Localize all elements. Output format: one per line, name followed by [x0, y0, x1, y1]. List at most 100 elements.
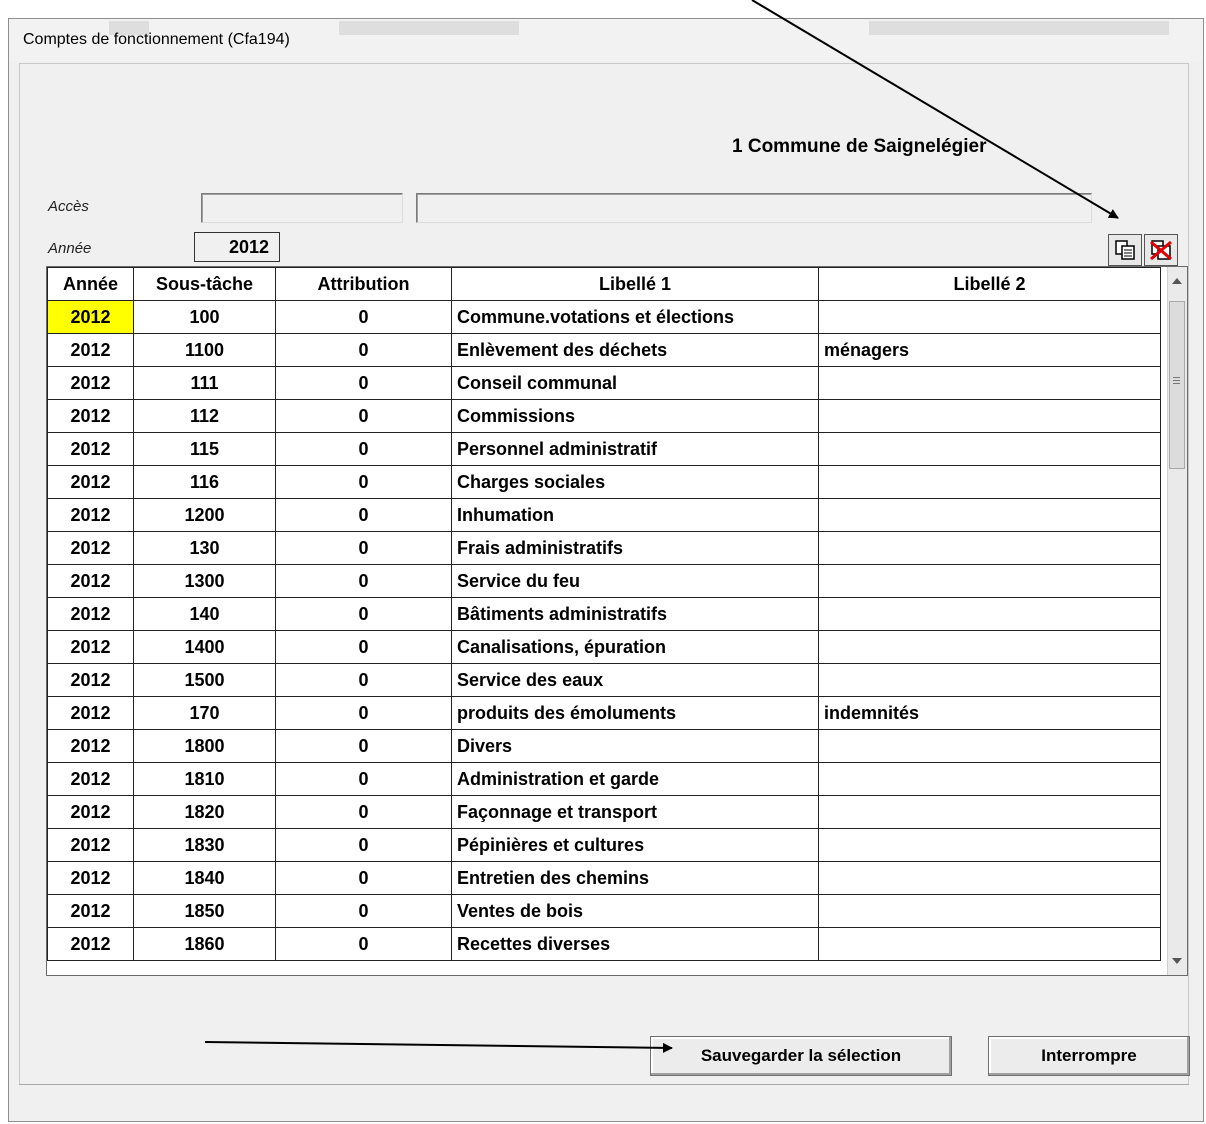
acces-text-input[interactable]: [416, 193, 1092, 223]
cell-libelle2[interactable]: [818, 399, 1161, 433]
cell-annee[interactable]: 2012: [47, 597, 134, 631]
cell-attribution[interactable]: 0: [275, 531, 452, 565]
scroll-up-icon[interactable]: [1172, 278, 1182, 284]
table-row[interactable]: 2012 1850 0 Ventes de bois: [47, 894, 1161, 928]
cell-attribution[interactable]: 0: [275, 597, 452, 631]
table-row[interactable]: 2012 1840 0 Entretien des chemins: [47, 861, 1161, 895]
table-row[interactable]: 2012 1830 0 Pépinières et cultures: [47, 828, 1161, 862]
cell-libelle1[interactable]: Bâtiments administratifs: [451, 597, 819, 631]
cell-sous-tache[interactable]: 1850: [133, 894, 276, 928]
table-row[interactable]: 2012 1100 0 Enlèvement des déchets ménagers: [47, 333, 1161, 367]
scroll-down-icon[interactable]: [1172, 958, 1182, 964]
cell-libelle2[interactable]: [818, 828, 1161, 862]
cell-libelle2[interactable]: [818, 498, 1161, 532]
cell-annee[interactable]: 2012: [47, 300, 134, 334]
annee-field[interactable]: 2012: [194, 232, 280, 262]
cell-libelle2[interactable]: [818, 795, 1161, 829]
cell-libelle1[interactable]: Enlèvement des déchets: [451, 333, 819, 367]
cell-attribution[interactable]: 0: [275, 300, 452, 334]
cell-annee[interactable]: 2012: [47, 696, 134, 730]
table-row[interactable]: 2012 1400 0 Canalisations, épuration: [47, 630, 1161, 664]
cell-libelle1[interactable]: Conseil communal: [451, 366, 819, 400]
table-row[interactable]: 2012 1810 0 Administration et garde: [47, 762, 1161, 796]
cancel-button[interactable]: Interrompre: [988, 1036, 1190, 1076]
cell-libelle2[interactable]: ménagers: [818, 333, 1161, 367]
cell-libelle1[interactable]: Ventes de bois: [451, 894, 819, 928]
cell-annee[interactable]: 2012: [47, 795, 134, 829]
cell-sous-tache[interactable]: 111: [133, 366, 276, 400]
table-row[interactable]: 2012 170 0 produits des émoluments indemnité…: [47, 696, 1161, 730]
column-header-libelle1[interactable]: Libellé 1: [451, 267, 819, 301]
cell-annee[interactable]: 2012: [47, 531, 134, 565]
cell-attribution[interactable]: 0: [275, 861, 452, 895]
cell-sous-tache[interactable]: 1810: [133, 762, 276, 796]
cell-sous-tache[interactable]: 1400: [133, 630, 276, 664]
cell-sous-tache[interactable]: 100: [133, 300, 276, 334]
cell-libelle2[interactable]: [818, 894, 1161, 928]
table-row[interactable]: 2012 140 0 Bâtiments administratifs: [47, 597, 1161, 631]
cell-sous-tache[interactable]: 1830: [133, 828, 276, 862]
cell-annee[interactable]: 2012: [47, 333, 134, 367]
cell-libelle2[interactable]: [818, 861, 1161, 895]
cell-sous-tache[interactable]: 1800: [133, 729, 276, 763]
cell-attribution[interactable]: 0: [275, 630, 452, 664]
cell-libelle2[interactable]: [818, 531, 1161, 565]
cell-libelle2[interactable]: [818, 927, 1161, 961]
cell-attribution[interactable]: 0: [275, 663, 452, 697]
cell-attribution[interactable]: 0: [275, 795, 452, 829]
cell-annee[interactable]: 2012: [47, 465, 134, 499]
cell-sous-tache[interactable]: 116: [133, 465, 276, 499]
cell-libelle2[interactable]: [818, 366, 1161, 400]
cell-sous-tache[interactable]: 115: [133, 432, 276, 466]
cell-attribution[interactable]: 0: [275, 564, 452, 598]
cell-libelle1[interactable]: Commune.votations et élections: [451, 300, 819, 334]
cell-libelle2[interactable]: [818, 597, 1161, 631]
cell-libelle1[interactable]: Recettes diverses: [451, 927, 819, 961]
cell-annee[interactable]: 2012: [47, 894, 134, 928]
cell-libelle1[interactable]: Façonnage et transport: [451, 795, 819, 829]
cell-annee[interactable]: 2012: [47, 861, 134, 895]
save-selection-button[interactable]: Sauvegarder la sélection: [650, 1036, 952, 1076]
cell-libelle1[interactable]: Pépinières et cultures: [451, 828, 819, 862]
cell-attribution[interactable]: 0: [275, 828, 452, 862]
cell-libelle1[interactable]: Administration et garde: [451, 762, 819, 796]
cell-attribution[interactable]: 0: [275, 498, 452, 532]
cell-libelle2[interactable]: [818, 729, 1161, 763]
cell-sous-tache[interactable]: 1200: [133, 498, 276, 532]
cell-libelle1[interactable]: Service des eaux: [451, 663, 819, 697]
cell-annee[interactable]: 2012: [47, 432, 134, 466]
cell-attribution[interactable]: 0: [275, 894, 452, 928]
cell-attribution[interactable]: 0: [275, 399, 452, 433]
table-row[interactable]: 2012 116 0 Charges sociales: [47, 465, 1161, 499]
cell-libelle1[interactable]: Canalisations, épuration: [451, 630, 819, 664]
column-header-attribution[interactable]: Attribution: [275, 267, 452, 301]
cell-libelle1[interactable]: Service du feu: [451, 564, 819, 598]
cell-annee[interactable]: 2012: [47, 663, 134, 697]
cell-sous-tache[interactable]: 1840: [133, 861, 276, 895]
table-row[interactable]: 2012 1860 0 Recettes diverses: [47, 927, 1161, 961]
cell-libelle1[interactable]: Frais administratifs: [451, 531, 819, 565]
table-row[interactable]: 2012 100 0 Commune.votations et élections: [47, 300, 1161, 334]
cell-attribution[interactable]: 0: [275, 696, 452, 730]
cell-annee[interactable]: 2012: [47, 630, 134, 664]
cell-sous-tache[interactable]: 1300: [133, 564, 276, 598]
table-row[interactable]: 2012 1800 0 Divers: [47, 729, 1161, 763]
cell-libelle1[interactable]: Personnel administratif: [451, 432, 819, 466]
cell-libelle2[interactable]: indemnités: [818, 696, 1161, 730]
cell-libelle2[interactable]: [818, 762, 1161, 796]
table-row[interactable]: 2012 130 0 Frais administratifs: [47, 531, 1161, 565]
cell-libelle2[interactable]: [818, 564, 1161, 598]
cell-attribution[interactable]: 0: [275, 762, 452, 796]
column-header-sous-tache[interactable]: Sous-tâche: [133, 267, 276, 301]
column-header-libelle2[interactable]: Libellé 2: [818, 267, 1161, 301]
table-row[interactable]: 2012 1300 0 Service du feu: [47, 564, 1161, 598]
cell-sous-tache[interactable]: 1860: [133, 927, 276, 961]
cell-sous-tache[interactable]: 130: [133, 531, 276, 565]
column-header-annee[interactable]: Année: [47, 267, 134, 301]
vertical-scrollbar[interactable]: [1167, 267, 1187, 975]
cell-annee[interactable]: 2012: [47, 762, 134, 796]
cell-annee[interactable]: 2012: [47, 564, 134, 598]
copy-selection-button[interactable]: [1108, 234, 1142, 266]
table-row[interactable]: 2012 115 0 Personnel administratif: [47, 432, 1161, 466]
cell-attribution[interactable]: 0: [275, 366, 452, 400]
